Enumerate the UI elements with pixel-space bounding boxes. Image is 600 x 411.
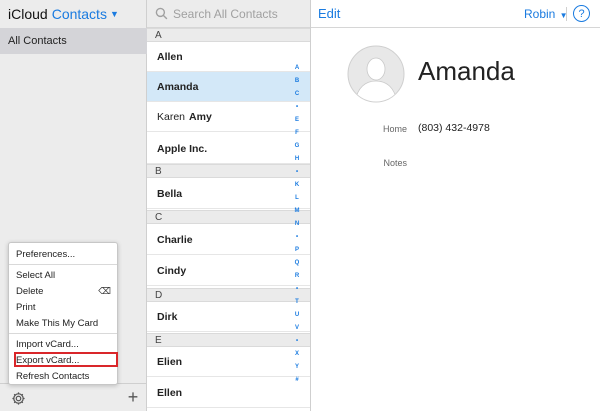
search-bar[interactable]: Search All Contacts: [147, 0, 310, 28]
contact-first-name: Karen: [157, 110, 186, 123]
index-letter[interactable]: L: [292, 194, 302, 202]
contact-title: Amanda: [418, 56, 515, 86]
section-header: C: [147, 210, 310, 224]
search-icon: [155, 7, 168, 20]
menu-item-make-my-card[interactable]: Make This My Card: [9, 316, 117, 330]
contact-row[interactable]: Charlie: [147, 225, 310, 255]
index-letter[interactable]: •: [292, 168, 302, 176]
contact-name: Charlie: [157, 233, 193, 246]
contact-name: Amy: [189, 110, 212, 123]
avatar-icon: [347, 45, 405, 103]
index-letter[interactable]: •: [292, 103, 302, 111]
index-letter[interactable]: Y: [292, 363, 302, 371]
contact-name: Bella: [157, 187, 183, 200]
index-letter[interactable]: C: [292, 90, 302, 98]
contact-row[interactable]: Bella: [147, 179, 310, 209]
help-icon[interactable]: ?: [573, 5, 590, 22]
menu-item-import-vcard[interactable]: Import vCard...: [9, 337, 117, 351]
index-letter[interactable]: U: [292, 311, 302, 319]
user-name: Robin: [524, 7, 556, 21]
toolbar-divider: [566, 7, 567, 21]
index-letter[interactable]: •: [292, 337, 302, 345]
delete-icon: ⌫: [98, 286, 111, 296]
phone-value[interactable]: (803) 432-4978: [418, 122, 490, 134]
contact-name: Cindy: [157, 264, 187, 277]
menu-item-refresh-contacts[interactable]: Refresh Contacts: [9, 369, 117, 383]
contact-row-selected[interactable]: Amanda: [147, 72, 310, 102]
gear-icon[interactable]: [9, 389, 27, 407]
index-letter[interactable]: P: [292, 246, 302, 254]
contact-name: Apple Inc.: [157, 142, 208, 155]
index-letter[interactable]: X: [292, 350, 302, 358]
user-menu[interactable]: Robin ▼: [524, 7, 568, 21]
menu-item-delete-label: Delete: [16, 285, 44, 297]
plus-icon[interactable]: +: [124, 386, 142, 408]
app-switcher[interactable]: Contacts: [52, 6, 107, 22]
search-input[interactable]: Search All Contacts: [173, 7, 278, 21]
menu-item-preferences[interactable]: Preferences...: [9, 247, 117, 261]
export-highlight-box: [14, 352, 118, 367]
index-letter[interactable]: H: [292, 155, 302, 163]
index-letter[interactable]: T: [292, 298, 302, 306]
contact-row[interactable]: Elien: [147, 347, 310, 377]
contact-row[interactable]: Dirk: [147, 302, 310, 332]
field-label-home: Home: [382, 124, 407, 134]
chevron-down-icon[interactable]: ▼: [110, 9, 119, 19]
section-header: E: [147, 333, 310, 347]
contact-row[interactable]: Karen Amy: [147, 102, 310, 132]
menu-separator: [9, 333, 117, 334]
index-letter[interactable]: R: [292, 272, 302, 280]
contact-name: Elien: [157, 355, 183, 368]
detail-toolbar: Edit Robin ▼ ?: [311, 0, 600, 28]
contact-name: Allen: [157, 50, 183, 63]
menu-item-print[interactable]: Print: [9, 300, 117, 314]
contact-name: Ellen: [157, 386, 183, 399]
sidebar-header[interactable]: iCloud Contacts ▼: [0, 0, 147, 28]
contact-name: Amanda: [157, 80, 199, 93]
contact-name: Dirk: [157, 310, 178, 323]
contact-detail: Edit Robin ▼ ? Amanda Home (803) 432-497…: [311, 0, 600, 411]
index-letter[interactable]: V: [292, 324, 302, 332]
index-letter[interactable]: M: [292, 207, 302, 215]
index-letter[interactable]: A: [292, 64, 302, 72]
settings-menu: Preferences... Select All Delete ⌫ Print…: [8, 242, 118, 385]
index-letter[interactable]: K: [292, 181, 302, 189]
index-letter[interactable]: G: [292, 142, 302, 150]
index-letter[interactable]: #: [292, 376, 302, 384]
index-letter[interactable]: Q: [292, 259, 302, 267]
index-letter[interactable]: N: [292, 220, 302, 228]
group-all-contacts[interactable]: All Contacts: [0, 28, 147, 54]
menu-separator: [9, 264, 117, 265]
section-header: D: [147, 288, 310, 302]
index-letter[interactable]: F: [292, 129, 302, 137]
index-letter[interactable]: •: [292, 233, 302, 241]
contact-list: Search All Contacts A Allen Amanda Karen…: [147, 0, 311, 411]
contact-row[interactable]: Ellen: [147, 378, 310, 408]
menu-item-select-all[interactable]: Select All: [9, 268, 117, 282]
contact-row[interactable]: Cindy: [147, 256, 310, 286]
contact-row[interactable]: Allen: [147, 42, 310, 72]
section-header: B: [147, 164, 310, 178]
index-letter[interactable]: •: [292, 285, 302, 293]
contact-row[interactable]: Apple Inc.: [147, 134, 310, 164]
section-header: A: [147, 28, 310, 42]
menu-item-delete[interactable]: Delete ⌫: [9, 284, 117, 298]
index-letter[interactable]: E: [292, 116, 302, 124]
brand-label: iCloud: [8, 6, 48, 22]
index-letter[interactable]: B: [292, 77, 302, 85]
sidebar-footer: +: [0, 383, 147, 411]
edit-button[interactable]: Edit: [318, 6, 340, 21]
field-label-notes: Notes: [383, 158, 407, 168]
